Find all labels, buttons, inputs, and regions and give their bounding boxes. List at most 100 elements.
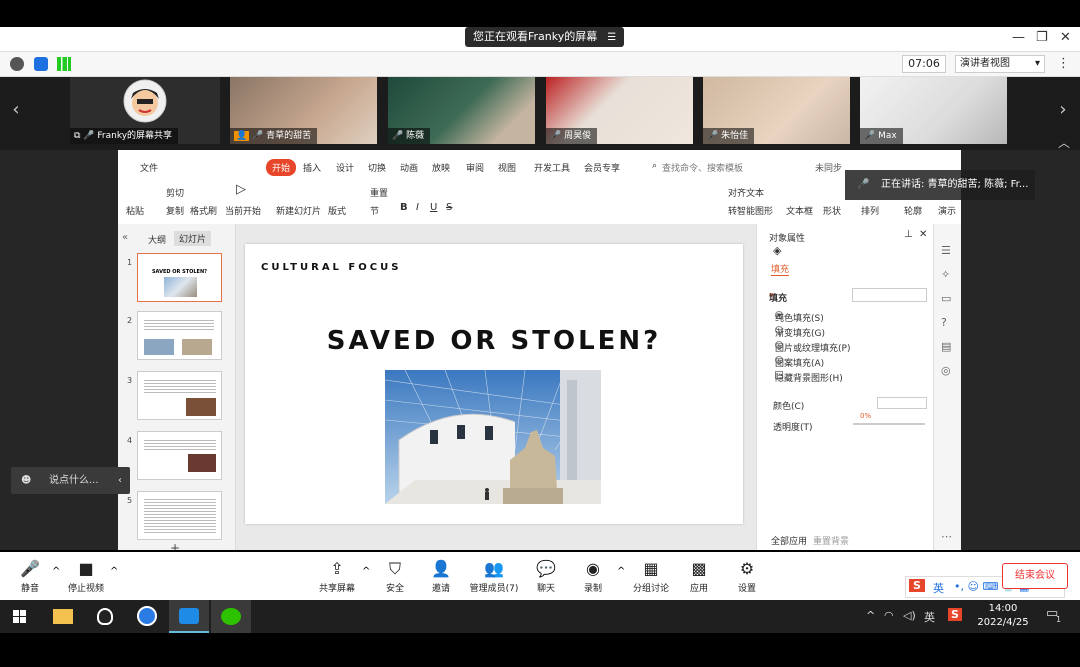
new-slide-button[interactable]: 新建幻灯片 <box>276 204 321 217</box>
ime-lang[interactable]: 英 <box>933 580 944 596</box>
comment-icon[interactable]: ▤ <box>941 340 951 353</box>
info-icon[interactable] <box>10 57 24 71</box>
emoji-icon[interactable]: ☻ <box>21 467 31 494</box>
more-icon[interactable]: ⋯ <box>941 530 952 543</box>
participant-tile[interactable]: 🎤 朱怡佳 <box>703 77 850 144</box>
align-text-button[interactable]: 对齐文本 <box>728 186 764 199</box>
sogou-browser-icon[interactable] <box>127 600 167 633</box>
reset-button[interactable]: 重置 <box>370 186 388 199</box>
italic-icon[interactable]: I <box>416 202 419 213</box>
system-clock[interactable]: 14:00 2022/4/25 <box>968 602 1038 630</box>
wechat-icon[interactable] <box>211 600 251 633</box>
tab-transition[interactable]: 切换 <box>368 161 386 174</box>
transparency-slider[interactable] <box>853 423 925 425</box>
close-pane-icon[interactable]: ✕ <box>919 229 927 240</box>
fill-dropdown[interactable] <box>852 288 927 302</box>
chevron-left-icon[interactable]: ‹ <box>118 467 122 494</box>
file-explorer-icon[interactable] <box>43 600 83 633</box>
chevron-right-icon[interactable]: › <box>1055 87 1071 133</box>
slide-thumbnail-1[interactable]: SAVED OR STOLEN? <box>137 253 222 302</box>
tab-home[interactable]: 开始 <box>266 159 297 176</box>
close-icon[interactable]: ✕ <box>1060 30 1071 45</box>
participant-tile[interactable]: 🎤 陈薇 <box>388 77 535 144</box>
slides-icon[interactable]: ▭ <box>941 292 951 305</box>
tab-insert[interactable]: 插入 <box>303 161 321 174</box>
section-button[interactable]: 节 <box>370 204 379 217</box>
qq-icon[interactable] <box>85 600 125 633</box>
cut-button[interactable]: 剪切 <box>166 186 184 199</box>
tab-slides[interactable]: 幻灯片 <box>174 231 212 246</box>
stop-video-button[interactable]: ■ 停止视频 <box>56 560 116 595</box>
outline-button[interactable]: 轮廓 <box>904 204 922 217</box>
slide-thumbnail-3[interactable] <box>137 371 222 420</box>
slide-thumbnail-5[interactable] <box>137 491 222 540</box>
tray-lang[interactable]: 英 <box>924 609 935 625</box>
participant-tile[interactable]: 🎤 Max <box>860 77 1007 144</box>
end-meeting-button[interactable]: 结束会议 <box>1002 563 1068 589</box>
tab-review[interactable]: 审阅 <box>466 161 484 174</box>
sogou-tray-icon[interactable]: S <box>948 608 962 621</box>
copy-button[interactable]: 复制 <box>166 204 184 217</box>
sync-status[interactable]: 未同步 <box>815 161 842 174</box>
underline-icon[interactable]: U <box>430 202 437 213</box>
chat-quick-input[interactable]: ☻ 说点什么... ‹ <box>11 467 130 494</box>
tray-expand-icon[interactable]: ^ <box>866 609 875 622</box>
bold-icon[interactable]: B <box>400 202 408 213</box>
participant-tile[interactable]: 🎤 周昊俊 <box>546 77 693 144</box>
menu-icon[interactable]: ☰ <box>607 32 616 43</box>
location-icon[interactable]: ◎ <box>941 364 951 377</box>
help-icon[interactable]: ? <box>941 316 947 329</box>
record-button[interactable]: ◉ 录制 <box>563 560 623 595</box>
minimize-icon[interactable]: — <box>1012 30 1025 45</box>
chevron-left-icon[interactable]: ‹ <box>8 87 24 133</box>
tab-outline[interactable]: 大纲 <box>148 233 166 246</box>
shapes-button[interactable]: 形状 <box>823 204 841 217</box>
color-picker[interactable] <box>877 397 927 409</box>
tab-view[interactable]: 视图 <box>498 161 516 174</box>
smart-shape-button[interactable]: 转智能图形 <box>728 204 773 217</box>
collapse-pane-icon[interactable]: « <box>122 232 128 243</box>
more-dots-icon[interactable]: ⋮ <box>1057 56 1070 71</box>
zoom-app-icon[interactable] <box>169 600 209 633</box>
share-screen-button[interactable]: ⇪ 共享屏幕 <box>307 560 367 595</box>
properties-icon[interactable]: ☰ <box>941 244 951 257</box>
volume-icon[interactable]: ◁) <box>903 609 916 622</box>
strike-icon[interactable]: S <box>446 202 452 213</box>
tab-file[interactable]: 文件 <box>140 161 158 174</box>
invite-button[interactable]: 👤 邀请 <box>411 560 471 595</box>
tab-animation[interactable]: 动画 <box>400 161 418 174</box>
paste-button[interactable]: 粘贴 <box>126 204 144 217</box>
collapse-up-icon[interactable]: ︿ <box>1058 134 1070 151</box>
start-current-button[interactable]: 当前开始 <box>225 204 261 217</box>
arrange-button[interactable]: 排列 <box>861 204 879 217</box>
mute-button[interactable]: 🎤 静音 <box>0 560 60 595</box>
slide-thumbnail-2[interactable] <box>137 311 222 360</box>
view-mode-select[interactable]: 演讲者视图 ▾ <box>955 55 1045 73</box>
more-button[interactable]: 演示 <box>938 204 956 217</box>
play-icon[interactable]: ▷ <box>236 182 246 197</box>
chevron-up-icon[interactable]: ^ <box>110 566 118 577</box>
tab-member[interactable]: 会员专享 <box>584 161 620 174</box>
sogou-icon[interactable]: S <box>909 579 925 592</box>
settings-button[interactable]: ⚙ 设置 <box>717 560 777 595</box>
shield-icon[interactable] <box>34 57 48 71</box>
windows-start-icon[interactable] <box>0 600 40 633</box>
animation-icon[interactable]: ✧ <box>941 268 950 281</box>
tab-design[interactable]: 设计 <box>336 161 354 174</box>
participant-tile[interactable]: 👤 🎤 青草的甜苦 <box>230 77 377 144</box>
tab-fill[interactable]: 填充 <box>771 262 790 276</box>
apply-all-button[interactable]: 全部应用 <box>771 534 807 547</box>
reset-bg-button[interactable]: 重置背景 <box>813 534 849 547</box>
layout-button[interactable]: 版式 <box>328 204 346 217</box>
signal-icon[interactable] <box>57 57 71 71</box>
pin-icon[interactable]: ⊥ <box>904 229 913 240</box>
sharing-pill[interactable]: 您正在观看Franky的屏幕 ☰ <box>465 27 625 47</box>
format-painter-button[interactable]: 格式刷 <box>190 204 217 217</box>
wifi-icon[interactable]: ◠ <box>884 609 894 622</box>
restore-icon[interactable]: ❐ <box>1036 30 1048 45</box>
search-input[interactable]: 查找命令、搜索模板 <box>662 161 743 174</box>
slide-thumbnail-4[interactable] <box>137 431 222 480</box>
textbox-button[interactable]: 文本框 <box>786 204 813 217</box>
manage-participants-button[interactable]: 👥 管理成员(7) <box>464 560 524 595</box>
tab-slideshow[interactable]: 放映 <box>432 161 450 174</box>
